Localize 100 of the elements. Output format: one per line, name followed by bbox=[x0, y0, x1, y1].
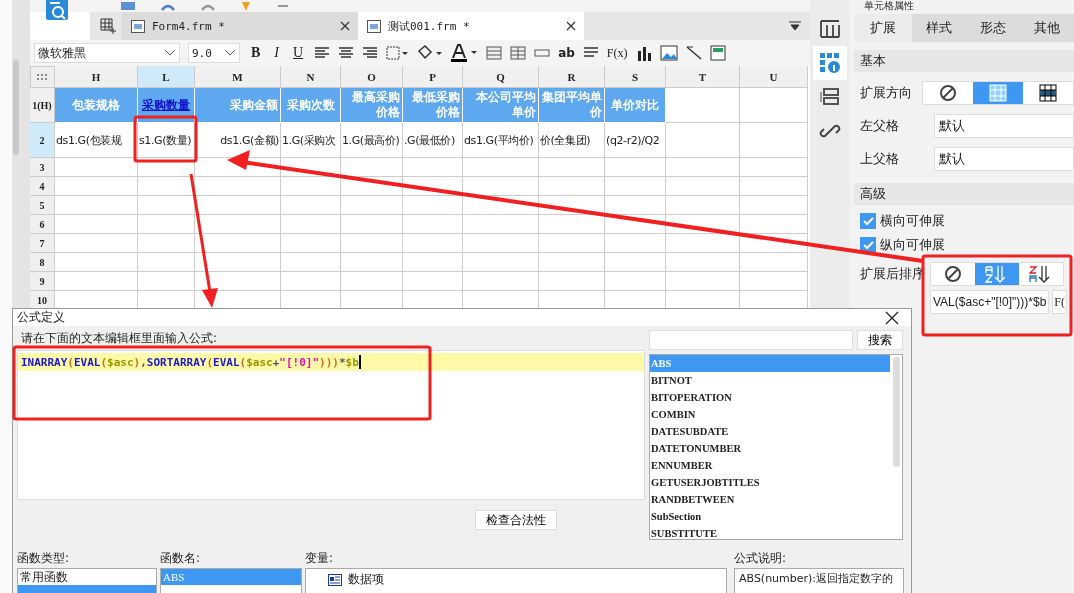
header-cell: 包装规格 bbox=[55, 88, 138, 123]
property-tab[interactable]: 其他 bbox=[1019, 14, 1074, 42]
property-tab[interactable]: 样式 bbox=[911, 14, 966, 42]
row-header[interactable]: 1(H) bbox=[30, 88, 55, 123]
align-icon[interactable] bbox=[338, 46, 355, 60]
format-button[interactable]: U bbox=[290, 45, 307, 61]
formula-button[interactable]: F( bbox=[1052, 290, 1067, 314]
row-header[interactable]: 6 bbox=[30, 215, 55, 234]
file-tab[interactable]: Form4.frm * bbox=[122, 12, 358, 40]
column-header[interactable]: P bbox=[403, 66, 463, 88]
document-icon[interactable] bbox=[120, 2, 136, 12]
header-cell: 采购次数 bbox=[281, 88, 341, 123]
list-label: 函数类型: bbox=[17, 550, 71, 564]
function-item[interactable]: BITOPERATION bbox=[650, 389, 890, 406]
widget-icon[interactable] bbox=[819, 86, 841, 108]
parent-select[interactable]: 默认 bbox=[934, 113, 1074, 138]
checkbox[interactable] bbox=[860, 237, 876, 253]
function-item[interactable]: DATETONUMBER bbox=[650, 440, 890, 457]
add-table-icon[interactable] bbox=[100, 18, 116, 34]
table-cell: 1.G(最高价) bbox=[341, 123, 403, 158]
function-item[interactable]: RANDBETWEEN bbox=[650, 491, 890, 508]
function-item[interactable]: ENNUMBER bbox=[650, 457, 890, 474]
formula-button[interactable]: F(x) bbox=[606, 45, 628, 61]
column-header[interactable]: R bbox=[539, 66, 605, 88]
row-header[interactable]: 2 bbox=[30, 123, 55, 158]
function-item[interactable]: SUBSTITUTE bbox=[650, 525, 890, 542]
font-color-icon[interactable] bbox=[450, 44, 479, 62]
column-header[interactable]: Q bbox=[463, 66, 539, 88]
row-header[interactable]: 4 bbox=[30, 177, 55, 196]
align-icon[interactable] bbox=[314, 46, 331, 60]
dialog-title: 公式定义 bbox=[17, 309, 65, 326]
search-field[interactable] bbox=[649, 330, 853, 350]
checkbox[interactable] bbox=[860, 213, 876, 229]
format-button[interactable]: I bbox=[271, 45, 282, 61]
column-header[interactable]: O bbox=[341, 66, 403, 88]
list-item[interactable]: 常用函数 bbox=[18, 569, 156, 585]
file-tab[interactable]: 测试001.frm * bbox=[358, 12, 584, 40]
row-header[interactable]: 5 bbox=[30, 196, 55, 215]
column-header[interactable]: N bbox=[281, 66, 341, 88]
row-header[interactable]: 9 bbox=[30, 272, 55, 291]
panel-icon[interactable] bbox=[709, 45, 726, 61]
layout-icon[interactable] bbox=[819, 18, 841, 40]
check-validity-button[interactable]: 检查合法性 bbox=[475, 510, 557, 530]
formula-editor[interactable]: INARRAY(EVAL($asc),SORTARRAY(EVAL($asc+"[!0]")))*$b bbox=[17, 350, 645, 500]
close-icon[interactable] bbox=[566, 21, 576, 31]
undo-icon[interactable] bbox=[160, 2, 176, 12]
property-tab[interactable]: 扩展 bbox=[854, 14, 912, 42]
slash-icon[interactable] bbox=[685, 45, 702, 61]
close-icon[interactable] bbox=[340, 21, 350, 31]
align-icon[interactable] bbox=[362, 46, 379, 60]
parent-select[interactable]: 默认 bbox=[934, 146, 1074, 171]
empty-cell bbox=[605, 215, 666, 234]
empty-cell bbox=[605, 234, 666, 253]
column-header[interactable]: U bbox=[740, 66, 808, 88]
property-tab[interactable]: 形态 bbox=[965, 14, 1020, 42]
format-button[interactable]: B bbox=[248, 45, 264, 61]
merge-cells-icon[interactable] bbox=[486, 46, 503, 60]
formula-field[interactable]: VAL($asc+"[!0]")))*$b bbox=[930, 290, 1050, 314]
function-item[interactable]: COMBIN bbox=[650, 406, 890, 423]
column-header[interactable]: L bbox=[138, 66, 195, 88]
close-icon[interactable] bbox=[885, 310, 899, 325]
row-header[interactable]: 8 bbox=[30, 253, 55, 272]
empty-cell bbox=[341, 234, 403, 253]
column-header[interactable]: S bbox=[605, 66, 666, 88]
dropdown-icon[interactable] bbox=[788, 20, 802, 32]
redo-icon[interactable] bbox=[200, 2, 216, 12]
checkbox-label: 横向可伸展 bbox=[880, 212, 945, 230]
row-header[interactable]: 7 bbox=[30, 234, 55, 253]
row-header[interactable]: 3 bbox=[30, 158, 55, 177]
paragraph-icon[interactable] bbox=[582, 46, 599, 60]
section-header[interactable]: 基本 bbox=[854, 50, 1074, 72]
empty-cell bbox=[281, 196, 341, 215]
tree-item[interactable]: 数据项 bbox=[348, 571, 384, 588]
function-item[interactable]: GETUSERJOBTITLES bbox=[650, 474, 890, 491]
scrollbar[interactable] bbox=[893, 357, 900, 467]
caret-icon bbox=[164, 49, 176, 57]
empty-cell bbox=[341, 177, 403, 196]
table-cell: (q2-r2)/Q2 bbox=[605, 123, 666, 158]
fill-bucket-icon[interactable] bbox=[416, 45, 443, 61]
font-select[interactable]: 微软雅黑 bbox=[34, 43, 180, 63]
function-item[interactable]: BITNOT bbox=[650, 372, 890, 389]
column-header[interactable]: H bbox=[55, 66, 138, 88]
font-size-select[interactable]: 9.0 bbox=[188, 43, 240, 63]
split-cells-icon[interactable] bbox=[510, 46, 527, 60]
function-item[interactable]: DATESUBDATE bbox=[650, 423, 890, 440]
text-tool-button[interactable]: ab bbox=[558, 46, 575, 60]
field-icon[interactable] bbox=[534, 46, 551, 60]
table-cell: 1.G(采购次 bbox=[281, 123, 341, 158]
header-cell: 最高采购价格 bbox=[341, 88, 403, 123]
column-header[interactable]: M bbox=[195, 66, 281, 88]
search-button[interactable]: 搜索 bbox=[857, 330, 903, 350]
bar-chart-icon[interactable] bbox=[635, 45, 652, 61]
image-icon[interactable] bbox=[659, 45, 678, 61]
select-all-corner[interactable] bbox=[30, 66, 55, 88]
function-item[interactable]: SubSection bbox=[650, 508, 890, 525]
column-header[interactable]: T bbox=[666, 66, 740, 88]
scrollbar[interactable] bbox=[13, 60, 19, 155]
empty-cell bbox=[605, 253, 666, 272]
border-icon[interactable] bbox=[386, 46, 409, 60]
section-header[interactable]: 高级 bbox=[854, 183, 1074, 205]
